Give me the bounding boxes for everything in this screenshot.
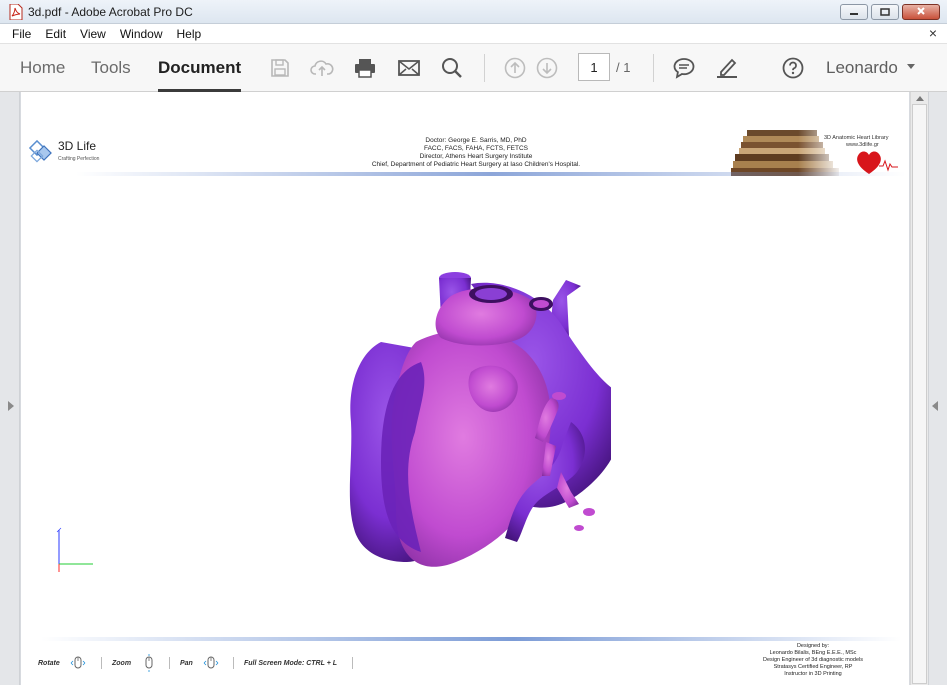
main-toolbar: Home Tools Document (0, 44, 947, 92)
footer-divider (41, 637, 901, 641)
3d-axes-indicator (56, 527, 93, 572)
menu-bar: File Edit View Window Help × (0, 24, 947, 44)
heart-logo-icon (853, 148, 901, 181)
menu-view[interactable]: View (73, 27, 113, 41)
doctor-credentials: Doctor: George E. Sarris, MD, PhD FACC, … (341, 137, 611, 169)
tab-tools[interactable]: Tools (91, 44, 131, 92)
mouse-pan-icon (202, 654, 220, 677)
pdf-file-icon (9, 3, 23, 20)
control-separator (352, 657, 353, 669)
help-icon[interactable] (781, 56, 805, 80)
credit-line: Leonardo Bilalis, BEng E.E.E., MSc (769, 650, 857, 656)
control-label-pan: Pan (180, 660, 193, 667)
minimize-icon (849, 3, 859, 21)
right-pane-toggle[interactable] (928, 92, 947, 685)
page-up-icon[interactable] (503, 56, 527, 80)
header-line: FACC, FACS, FAHA, FCTS, FETCS (423, 145, 528, 152)
email-icon[interactable] (397, 56, 421, 80)
expand-right-icon[interactable] (932, 401, 938, 411)
mouse-zoom-icon (140, 654, 158, 677)
page-number-input[interactable] (578, 53, 610, 81)
header-divider (76, 172, 906, 176)
menu-edit[interactable]: Edit (38, 27, 73, 41)
header-line: Doctor: George E. Sarris, MD, PhD (425, 137, 527, 144)
minimize-button[interactable] (840, 4, 868, 20)
page-down-icon[interactable] (535, 56, 559, 80)
header-line: Director, Athens Heart Surgery Institute (419, 153, 533, 160)
close-window-button[interactable] (902, 4, 940, 20)
library-title: 3D Anatomic Heart Library (824, 135, 889, 141)
control-separator (101, 657, 102, 669)
search-icon[interactable] (440, 56, 464, 80)
expand-left-icon[interactable] (8, 401, 14, 411)
credit-line: Design Engineer of 3d diagnostic models (763, 657, 863, 663)
credit-line: Instructor in 3D Printing (784, 671, 842, 677)
scrollbar-thumb[interactable] (912, 104, 927, 684)
menu-file[interactable]: File (0, 27, 38, 41)
close-icon (916, 3, 926, 21)
menu-help[interactable]: Help (170, 27, 209, 41)
pdf-page: 3D Life Crafting Perfection Doctor: Geor… (21, 92, 909, 685)
user-menu[interactable]: Leonardo (826, 58, 898, 78)
maximize-button[interactable] (871, 4, 899, 20)
tab-document[interactable]: Document (158, 44, 242, 92)
control-separator (233, 657, 234, 669)
logo-subtitle: Crafting Perfection (58, 156, 100, 162)
credit-line: Designed by: (796, 643, 830, 649)
window-title-bar: 3d.pdf - Adobe Acrobat Pro DC (0, 0, 947, 24)
close-document-button[interactable]: × (929, 25, 937, 41)
menu-window[interactable]: Window (113, 27, 170, 41)
mouse-rotate-icon (69, 654, 87, 677)
3d-heart-model[interactable] (321, 272, 611, 567)
fullscreen-hint: Full Screen Mode: CTRL + L (244, 660, 338, 667)
chevron-down-icon[interactable] (907, 64, 915, 69)
save-icon[interactable] (268, 56, 292, 80)
print-icon[interactable] (353, 56, 377, 80)
control-separator (169, 657, 170, 669)
control-label-zoom: Zoom (112, 660, 132, 667)
designer-credits: Designed by: Leonardo Bilalis, BEng E.E.… (733, 643, 893, 678)
page-total: / 1 (616, 60, 631, 75)
maximize-icon (880, 3, 890, 21)
upload-icon[interactable] (310, 56, 334, 80)
header-line: Chief, Department of Pediatric Heart Sur… (371, 161, 581, 168)
control-label-rotate: Rotate (38, 660, 60, 667)
credit-line: Stratasys Certified Engineer, RP (773, 664, 853, 670)
comment-icon[interactable] (672, 56, 696, 80)
tab-home[interactable]: Home (20, 44, 65, 92)
toolbar-divider (653, 54, 654, 82)
toolbar-divider (484, 54, 485, 82)
highlight-icon[interactable] (715, 56, 739, 80)
left-pane-toggle[interactable] (0, 92, 20, 685)
scroll-up-icon[interactable] (912, 93, 927, 103)
logo-title: 3D Life (58, 139, 97, 153)
3dlife-logo-icon (28, 138, 57, 171)
window-title: 3d.pdf - Adobe Acrobat Pro DC (28, 4, 193, 19)
